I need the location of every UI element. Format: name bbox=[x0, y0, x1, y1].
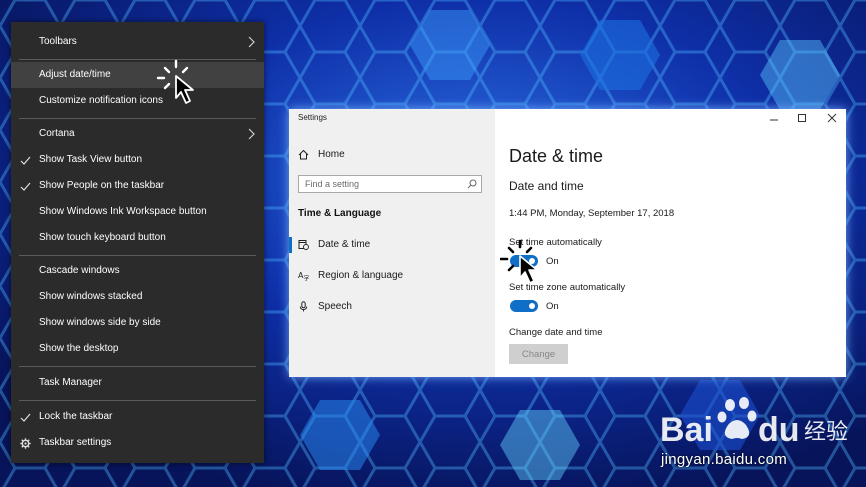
menu-item-adjust-date-time[interactable]: Adjust date/time bbox=[11, 62, 264, 88]
change-button[interactable]: Change bbox=[509, 344, 568, 364]
menu-divider bbox=[19, 366, 256, 367]
change-date-time-label: Change date and time bbox=[509, 327, 603, 338]
watermark-url: jingyan.baidu.com bbox=[661, 451, 788, 468]
search-input[interactable] bbox=[299, 176, 465, 192]
sidebar-item-label: Speech bbox=[318, 301, 352, 312]
sidebar-item-label: Home bbox=[318, 149, 345, 160]
microphone-icon bbox=[299, 301, 308, 312]
menu-item-show-ink-workspace[interactable]: Show Windows Ink Workspace button bbox=[11, 199, 264, 225]
set-timezone-auto-toggle[interactable] bbox=[510, 300, 538, 312]
home-icon bbox=[298, 149, 309, 160]
toggle-state: On bbox=[546, 301, 559, 312]
menu-divider bbox=[19, 255, 256, 256]
settings-window: Settings Home Time & Language Date & bbox=[289, 109, 846, 377]
menu-item-label: Show Task View button bbox=[39, 154, 143, 165]
section-title: Date and time bbox=[509, 179, 584, 193]
svg-text:字: 字 bbox=[304, 275, 310, 282]
maximize-button[interactable] bbox=[791, 111, 813, 125]
menu-item-cascade-windows[interactable]: Cascade windows bbox=[11, 258, 264, 284]
sidebar-item-label: Region & language bbox=[318, 270, 404, 281]
menu-item-label: Show windows side by side bbox=[39, 317, 161, 328]
menu-item-label: Show touch keyboard button bbox=[39, 232, 166, 243]
menu-item-show-desktop[interactable]: Show the desktop bbox=[11, 336, 264, 362]
language-icon: A 字 bbox=[298, 271, 310, 282]
mouse-click-cursor-icon bbox=[156, 59, 194, 104]
menu-divider bbox=[19, 59, 256, 60]
menu-item-show-people[interactable]: Show People on the taskbar bbox=[11, 173, 264, 199]
menu-item-show-windows-side-by-side[interactable]: Show windows side by side bbox=[11, 310, 264, 336]
sidebar-item-date-time[interactable]: Date & time bbox=[289, 233, 495, 257]
minimize-button[interactable] bbox=[763, 111, 785, 125]
menu-item-label: Show Windows Ink Workspace button bbox=[39, 206, 207, 217]
search-icon bbox=[467, 179, 477, 189]
toggle-knob bbox=[529, 303, 535, 309]
menu-item-label: Adjust date/time bbox=[39, 69, 111, 80]
menu-item-label: Show People on the taskbar bbox=[39, 180, 165, 191]
close-button[interactable] bbox=[821, 111, 843, 125]
selected-indicator bbox=[289, 237, 292, 253]
checkmark-icon bbox=[20, 182, 31, 191]
sidebar-section-title: Time & Language bbox=[298, 208, 382, 219]
svg-text:经验: 经验 bbox=[804, 420, 848, 445]
menu-item-customize-notification-icons[interactable]: Customize notification icons bbox=[11, 88, 264, 114]
menu-item-show-windows-stacked[interactable]: Show windows stacked bbox=[11, 284, 264, 310]
window-title: Settings bbox=[298, 113, 327, 122]
menu-item-taskbar-settings[interactable]: Taskbar settings bbox=[11, 430, 264, 456]
calendar-clock-icon bbox=[298, 240, 309, 250]
menu-divider bbox=[19, 118, 256, 119]
sidebar-item-label: Date & time bbox=[318, 239, 371, 250]
menu-item-label: Customize notification icons bbox=[39, 95, 163, 106]
menu-item-label: Lock the taskbar bbox=[39, 411, 113, 422]
sidebar-item-speech[interactable]: Speech bbox=[289, 295, 495, 319]
chevron-right-icon bbox=[248, 36, 255, 48]
menu-item-label: Cortana bbox=[39, 128, 75, 139]
settings-search[interactable] bbox=[298, 175, 482, 193]
settings-sidebar: Settings Home Time & Language Date & bbox=[289, 109, 495, 377]
menu-divider bbox=[19, 400, 256, 401]
menu-item-label: Task Manager bbox=[39, 377, 102, 388]
chevron-right-icon bbox=[248, 128, 255, 140]
menu-item-cortana[interactable]: Cortana bbox=[11, 121, 264, 147]
page-title: Date & time bbox=[509, 146, 604, 166]
menu-item-label: Taskbar settings bbox=[39, 437, 112, 448]
menu-item-label: Show windows stacked bbox=[39, 291, 143, 302]
taskbar-context-menu: Toolbars Adjust date/time Customize noti… bbox=[11, 22, 264, 463]
checkmark-icon bbox=[20, 156, 31, 165]
menu-item-toolbars[interactable]: Toolbars bbox=[11, 29, 264, 55]
menu-item-show-touch-keyboard[interactable]: Show touch keyboard button bbox=[11, 225, 264, 251]
menu-item-label: Cascade windows bbox=[39, 265, 120, 276]
svg-text:Bai: Bai bbox=[660, 411, 713, 449]
mouse-click-cursor-icon bbox=[500, 239, 538, 284]
sidebar-item-region-language[interactable]: A 字 Region & language bbox=[289, 264, 495, 288]
svg-text:du: du bbox=[758, 411, 800, 449]
current-datetime: 1:44 PM, Monday, September 17, 2018 bbox=[509, 208, 675, 219]
menu-item-lock-taskbar[interactable]: Lock the taskbar bbox=[11, 404, 264, 430]
menu-item-show-task-view[interactable]: Show Task View button bbox=[11, 147, 264, 173]
menu-item-label: Toolbars bbox=[39, 36, 77, 47]
menu-item-task-manager[interactable]: Task Manager bbox=[11, 370, 264, 396]
checkmark-icon bbox=[20, 413, 31, 422]
menu-item-label: Show the desktop bbox=[39, 343, 119, 354]
sidebar-item-home[interactable]: Home bbox=[289, 143, 495, 167]
gear-icon bbox=[20, 438, 31, 449]
